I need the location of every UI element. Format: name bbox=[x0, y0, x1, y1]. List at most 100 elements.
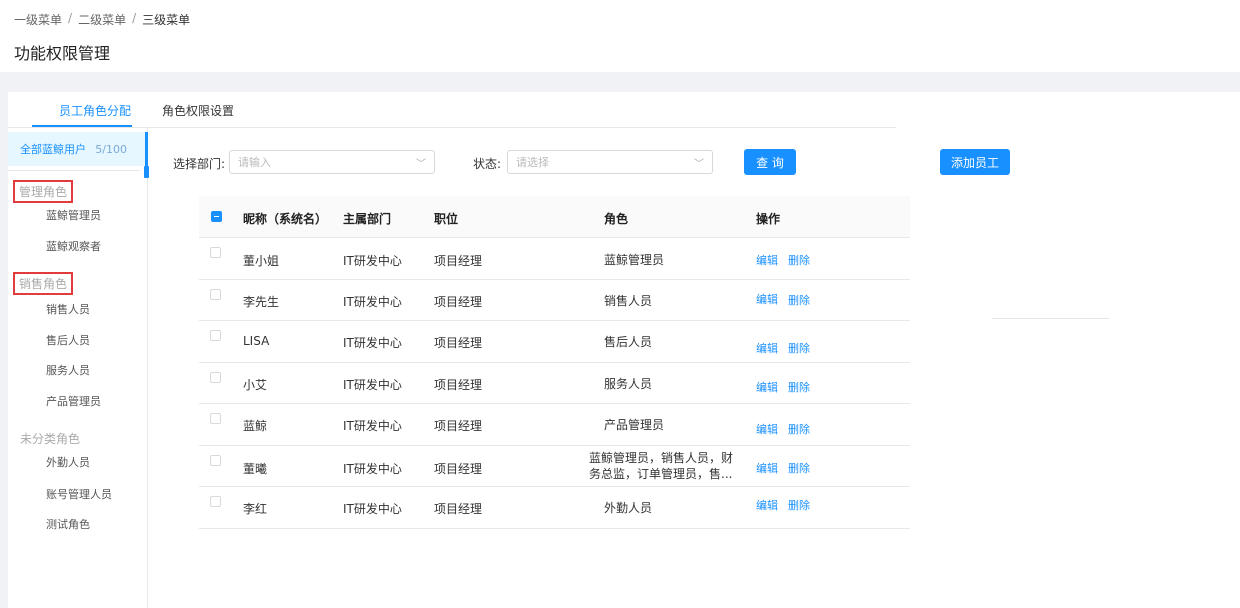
table-row: LISA IT研发中心 项目经理 售后人员 编辑 删除 bbox=[199, 321, 910, 363]
cell-department: IT研发中心 bbox=[343, 419, 402, 433]
edit-link[interactable]: 编辑 bbox=[756, 291, 778, 307]
select-all-checkbox[interactable] bbox=[211, 211, 222, 222]
sidebar-item-test-role[interactable]: 测试角色 bbox=[46, 516, 90, 532]
table-row: 董曦 IT研发中心 项目经理 蓝鲸管理员，销售人员，财务总监，订单管理员，售..… bbox=[199, 446, 910, 487]
cell-role: 服务人员 bbox=[604, 376, 653, 391]
column-header-department: 主属部门 bbox=[343, 212, 392, 226]
breadcrumb-level3: 三级菜单 bbox=[142, 13, 191, 27]
edit-link[interactable]: 编辑 bbox=[756, 252, 778, 268]
tab-active-indicator bbox=[32, 125, 132, 127]
table-row: 小艾 IT研发中心 项目经理 服务人员 编辑 删除 bbox=[199, 363, 910, 404]
table-row: 蓝鲸 IT研发中心 项目经理 产品管理员 编辑 删除 bbox=[199, 404, 910, 446]
cell-role: 销售人员 bbox=[604, 293, 653, 308]
sidebar-scroll-handle[interactable] bbox=[144, 166, 149, 178]
left-gutter bbox=[0, 92, 8, 608]
status-filter-label: 状态: bbox=[473, 157, 502, 171]
tab-bar: 员工角色分配 角色权限设置 bbox=[8, 92, 896, 128]
dept-filter-label: 选择部门: bbox=[173, 157, 226, 171]
cell-department: IT研发中心 bbox=[343, 502, 402, 516]
delete-link[interactable]: 删除 bbox=[788, 460, 810, 476]
row-checkbox[interactable] bbox=[210, 371, 221, 383]
all-users-label: 全部蓝鲸用户 bbox=[20, 143, 86, 156]
delete-link[interactable]: 删除 bbox=[788, 252, 810, 268]
edit-link[interactable]: 编辑 bbox=[756, 421, 778, 437]
column-header-position: 职位 bbox=[434, 212, 459, 226]
dept-select[interactable]: 请输入 ﹀ bbox=[229, 150, 435, 174]
table-header: 昵称（系统名） 主属部门 职位 角色 操作 bbox=[199, 196, 910, 238]
sidebar-item-service[interactable]: 服务人员 bbox=[46, 362, 90, 378]
cell-position: 项目经理 bbox=[434, 419, 483, 433]
column-header-role: 角色 bbox=[604, 212, 629, 226]
breadcrumb-level2[interactable]: 二级菜单 bbox=[78, 11, 126, 28]
group-title-sales: 销售角色 bbox=[13, 272, 74, 295]
edit-link[interactable]: 编辑 bbox=[756, 460, 778, 476]
query-button[interactable]: 查 询 bbox=[744, 149, 796, 175]
sidebar-item-bk-observer[interactable]: 蓝鲸观察者 bbox=[46, 238, 101, 254]
breadcrumb-separator: / bbox=[132, 11, 137, 25]
tab-employee-role[interactable]: 员工角色分配 bbox=[59, 102, 131, 119]
cell-role: 产品管理员 bbox=[604, 418, 665, 432]
cell-position: 项目经理 bbox=[434, 377, 483, 392]
delete-link[interactable]: 删除 bbox=[788, 379, 810, 395]
group-title-management: 管理角色 bbox=[13, 180, 74, 203]
row-checkbox[interactable] bbox=[210, 454, 221, 466]
delete-link[interactable]: 删除 bbox=[788, 421, 810, 437]
delete-link[interactable]: 删除 bbox=[788, 497, 810, 513]
row-checkbox[interactable] bbox=[210, 330, 221, 341]
cell-department: IT研发中心 bbox=[343, 294, 402, 309]
header-divider-band bbox=[0, 72, 1240, 92]
row-checkbox[interactable] bbox=[210, 496, 221, 507]
breadcrumb: 一级菜单 / 二级菜单 / 三级菜单 bbox=[14, 11, 190, 28]
cell-nickname: 李红 bbox=[243, 502, 268, 516]
tab-role-permission[interactable]: 角色权限设置 bbox=[162, 102, 234, 119]
cell-nickname: LISA bbox=[243, 334, 270, 348]
sidebar-item-salesperson[interactable]: 销售人员 bbox=[46, 301, 90, 317]
sidebar-item-bk-admin[interactable]: 蓝鲸管理员 bbox=[46, 207, 101, 223]
sidebar-divider bbox=[8, 170, 140, 171]
status-select-placeholder: 请选择 bbox=[516, 156, 549, 169]
cell-role: 外勤人员 bbox=[604, 501, 653, 515]
add-employee-button[interactable]: 添加员工 bbox=[940, 149, 1010, 175]
cell-position: 项目经理 bbox=[434, 461, 483, 476]
row-checkbox[interactable] bbox=[210, 413, 221, 424]
edit-link[interactable]: 编辑 bbox=[756, 379, 778, 395]
table-row: 李红 IT研发中心 项目经理 外勤人员 编辑 删除 bbox=[199, 487, 910, 529]
cell-position: 项目经理 bbox=[434, 254, 483, 268]
cell-nickname: 董曦 bbox=[243, 461, 268, 476]
dept-select-placeholder: 请输入 bbox=[238, 156, 271, 169]
delete-link[interactable]: 删除 bbox=[788, 340, 810, 356]
chevron-down-icon: ﹀ bbox=[416, 158, 426, 170]
table-row: 董小姐 IT研发中心 项目经理 蓝鲸管理员 编辑 删除 bbox=[199, 238, 910, 280]
edit-link[interactable]: 编辑 bbox=[756, 497, 778, 513]
cell-role: 蓝鲸管理员 bbox=[604, 253, 665, 267]
group-title-uncategorized: 未分类角色 bbox=[20, 432, 81, 446]
cell-role: 售后人员 bbox=[604, 335, 653, 349]
cell-department: IT研发中心 bbox=[343, 254, 402, 268]
cell-position: 项目经理 bbox=[434, 294, 483, 309]
status-select[interactable]: 请选择 ﹀ bbox=[507, 150, 713, 174]
cell-department: IT研发中心 bbox=[343, 377, 402, 392]
cell-position: 项目经理 bbox=[434, 336, 483, 350]
cell-position: 项目经理 bbox=[434, 502, 483, 516]
sidebar-item-all-users[interactable]: 全部蓝鲸用户 5/100 bbox=[8, 132, 148, 166]
page-title: 功能权限管理 bbox=[14, 44, 111, 63]
breadcrumb-level1[interactable]: 一级菜单 bbox=[14, 11, 62, 28]
table-row: 李先生 IT研发中心 项目经理 销售人员 编辑 删除 bbox=[199, 280, 910, 321]
sidebar-item-product-admin[interactable]: 产品管理员 bbox=[46, 393, 101, 409]
cell-role: 蓝鲸管理员，销售人员，财务总监，订单管理员，售... bbox=[589, 450, 734, 481]
row-checkbox[interactable] bbox=[210, 247, 221, 258]
edit-link[interactable]: 编辑 bbox=[756, 340, 778, 356]
delete-link[interactable]: 删除 bbox=[788, 292, 810, 308]
chevron-down-icon: ﹀ bbox=[694, 158, 704, 170]
row-checkbox[interactable] bbox=[210, 288, 221, 300]
role-sidebar: 全部蓝鲸用户 5/100 管理角色 蓝鲸管理员 蓝鲸观察者 销售角色 销售人员 … bbox=[8, 128, 149, 608]
sidebar-item-field-staff[interactable]: 外勤人员 bbox=[46, 454, 90, 470]
all-users-count: 5/100 bbox=[95, 142, 127, 156]
sidebar-item-account-admin[interactable]: 账号管理人员 bbox=[46, 486, 112, 502]
right-panel-divider bbox=[992, 318, 1109, 319]
column-header-actions: 操作 bbox=[756, 212, 781, 226]
cell-nickname: 李先生 bbox=[243, 294, 280, 309]
cell-nickname: 蓝鲸 bbox=[243, 419, 268, 433]
sidebar-item-after-sales[interactable]: 售后人员 bbox=[46, 332, 90, 348]
cell-nickname: 董小姐 bbox=[243, 254, 280, 268]
